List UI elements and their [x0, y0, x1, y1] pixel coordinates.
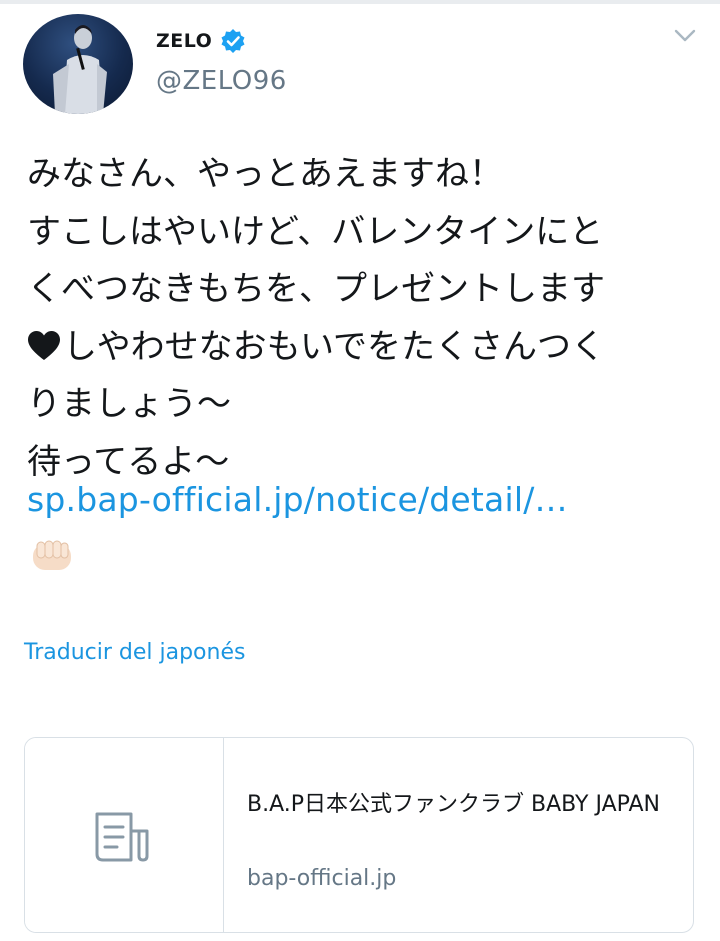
user-handle[interactable]: @ZELO96 [156, 66, 287, 96]
card-title: B.A.P日本公式ファンクラブ BABY JAPAN [247, 792, 660, 817]
tweet-line: しやわせなおもいでをたくさんつく [63, 326, 605, 367]
tweet-line: くべつなきもちを、プレゼントします [27, 269, 605, 309]
tweet-line: りましょう～ [27, 384, 231, 424]
verified-badge-icon [220, 28, 246, 54]
tweet-line-with-heart: しやわせなおもいでをたくさんつく [27, 319, 707, 377]
tweet-line: すこしはやいけど、バレンタインにと [27, 211, 604, 252]
avatar-photo-icon [53, 25, 107, 114]
avatar[interactable] [23, 14, 133, 114]
chevron-down-icon[interactable] [673, 26, 697, 46]
display-name[interactable]: ZELO [156, 30, 212, 52]
name-row: ZELO [156, 28, 246, 54]
top-divider [0, 0, 720, 4]
tweet-link[interactable]: sp.bap-official.jp/notice/detail/… [27, 480, 568, 519]
card-thumbnail [25, 738, 224, 932]
card-domain: bap-official.jp [247, 866, 397, 891]
link-card[interactable]: B.A.P日本公式ファンクラブ BABY JAPAN bap-official.… [24, 737, 694, 933]
translate-link[interactable]: Traducir del japonés [24, 640, 245, 665]
document-icon [95, 812, 149, 862]
black-heart-icon [28, 330, 60, 360]
tweet-text: みなさん、やっとあえますね！ すこしはやいけど、バレンタインにと くべつなきもち… [27, 146, 707, 491]
tweet-line: みなさん、やっとあえますね！ [27, 154, 503, 194]
fist-emoji-icon [31, 540, 73, 574]
